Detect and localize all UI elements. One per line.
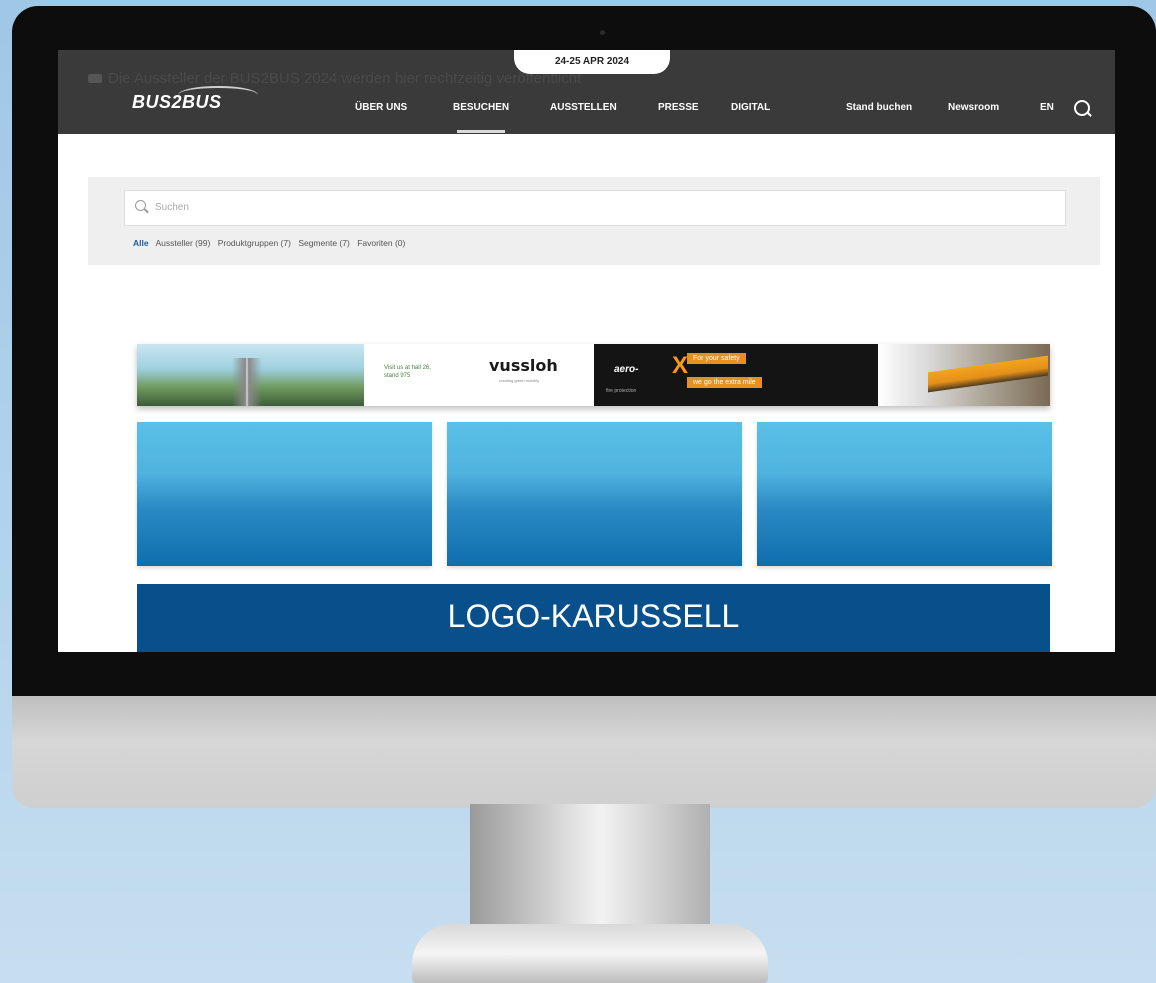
aero-logo: aero- (614, 364, 639, 375)
teaser-card[interactable] (447, 422, 742, 566)
aero-tag-1: For your safety (687, 353, 746, 364)
nav-besuchen[interactable]: BESUCHEN (453, 102, 509, 133)
logo-carousel[interactable]: LOGO-KARUSSELL (137, 584, 1050, 652)
camera-icon (600, 30, 605, 35)
search-placeholder: Suchen (155, 202, 189, 213)
search-icon (135, 200, 146, 211)
filter-aussteller[interactable]: Aussteller (99) (156, 238, 211, 248)
aero-sub: fire protection (606, 388, 637, 394)
site-header: Die Aussteller der BUS2BUS 2024 werden h… (58, 50, 1115, 134)
nav-digital[interactable]: DIGITAL (731, 102, 770, 113)
nav-presse[interactable]: PRESSE (658, 102, 699, 113)
nav-ausstellen[interactable]: AUSSTELLEN (550, 102, 617, 113)
monitor-stand-neck (470, 804, 710, 924)
banner-vossloh: Visit us at hall 26, stand 975 vussloh c… (364, 344, 594, 406)
ad-banner[interactable]: Visit us at hall 26, stand 975 vussloh c… (137, 344, 1050, 406)
banner-rail-image (137, 344, 364, 406)
monitor-chin (12, 696, 1156, 808)
search-icon[interactable] (1074, 100, 1090, 116)
filter-tabs: Alle Aussteller (99) Produktgruppen (7) … (133, 238, 410, 248)
search-panel: Suchen Alle Aussteller (99) Produktgrupp… (88, 177, 1100, 265)
event-date: 24-25 APR 2024 (514, 50, 670, 74)
logo-swoosh-icon (178, 86, 258, 104)
search-input[interactable]: Suchen (124, 190, 1066, 226)
teaser-card[interactable] (137, 422, 432, 566)
aero-tag-2: we go the extra mile (687, 377, 762, 388)
notice-bar: Die Aussteller der BUS2BUS 2024 werden h… (88, 70, 581, 87)
banner-train-image (878, 344, 1050, 406)
language-switch[interactable]: EN (1040, 102, 1054, 113)
newsroom-link[interactable]: Newsroom (948, 102, 999, 113)
banner-brand-tag: creating green mobility (499, 378, 540, 383)
banner-brand: vussloh (489, 356, 558, 375)
screen: Die Aussteller der BUS2BUS 2024 werden h… (58, 50, 1115, 652)
megaphone-icon (88, 74, 102, 83)
carousel-label: LOGO-KARUSSELL (447, 598, 740, 634)
notice-text: Die Aussteller der BUS2BUS 2024 werden h… (108, 70, 582, 87)
banner-visit-text: Visit us at hall 26, stand 975 (384, 365, 431, 379)
filter-segmente[interactable]: Segmente (7) (298, 238, 350, 248)
teaser-card[interactable] (757, 422, 1052, 566)
filter-alle[interactable]: Alle (133, 238, 149, 248)
banner-aero-x: aero- X fire protection For your safety … (594, 344, 878, 406)
monitor-stand-base (412, 924, 768, 983)
nav-ueber-uns[interactable]: ÜBER UNS (355, 102, 407, 113)
stand-buchen-link[interactable]: Stand buchen (846, 102, 912, 113)
filter-favoriten[interactable]: Favoriten (0) (357, 238, 405, 248)
filter-produktgruppen[interactable]: Produktgruppen (7) (218, 238, 291, 248)
